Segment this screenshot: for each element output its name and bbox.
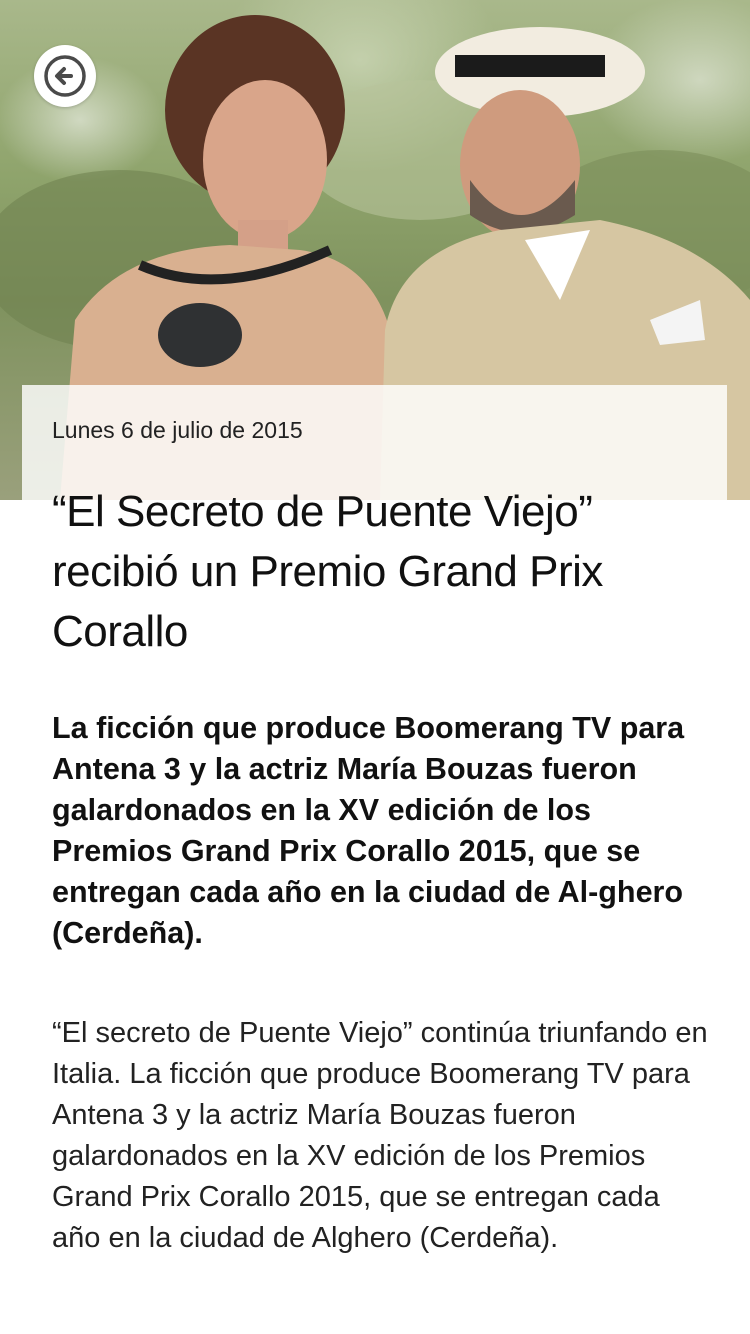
hero-image: Lunes 6 de julio de 2015: [0, 0, 750, 500]
article-body: “El secreto de Puente Viejo” continúa tr…: [52, 1017, 708, 1254]
arrow-left-icon: [44, 55, 86, 97]
back-button[interactable]: [34, 45, 96, 107]
article-date: Lunes 6 de julio de 2015: [52, 417, 303, 443]
article-title: “El Secreto de Puente Viejo” recibió un …: [52, 487, 603, 656]
article-lead: La ficción que produce Boomerang TV para…: [52, 711, 685, 950]
